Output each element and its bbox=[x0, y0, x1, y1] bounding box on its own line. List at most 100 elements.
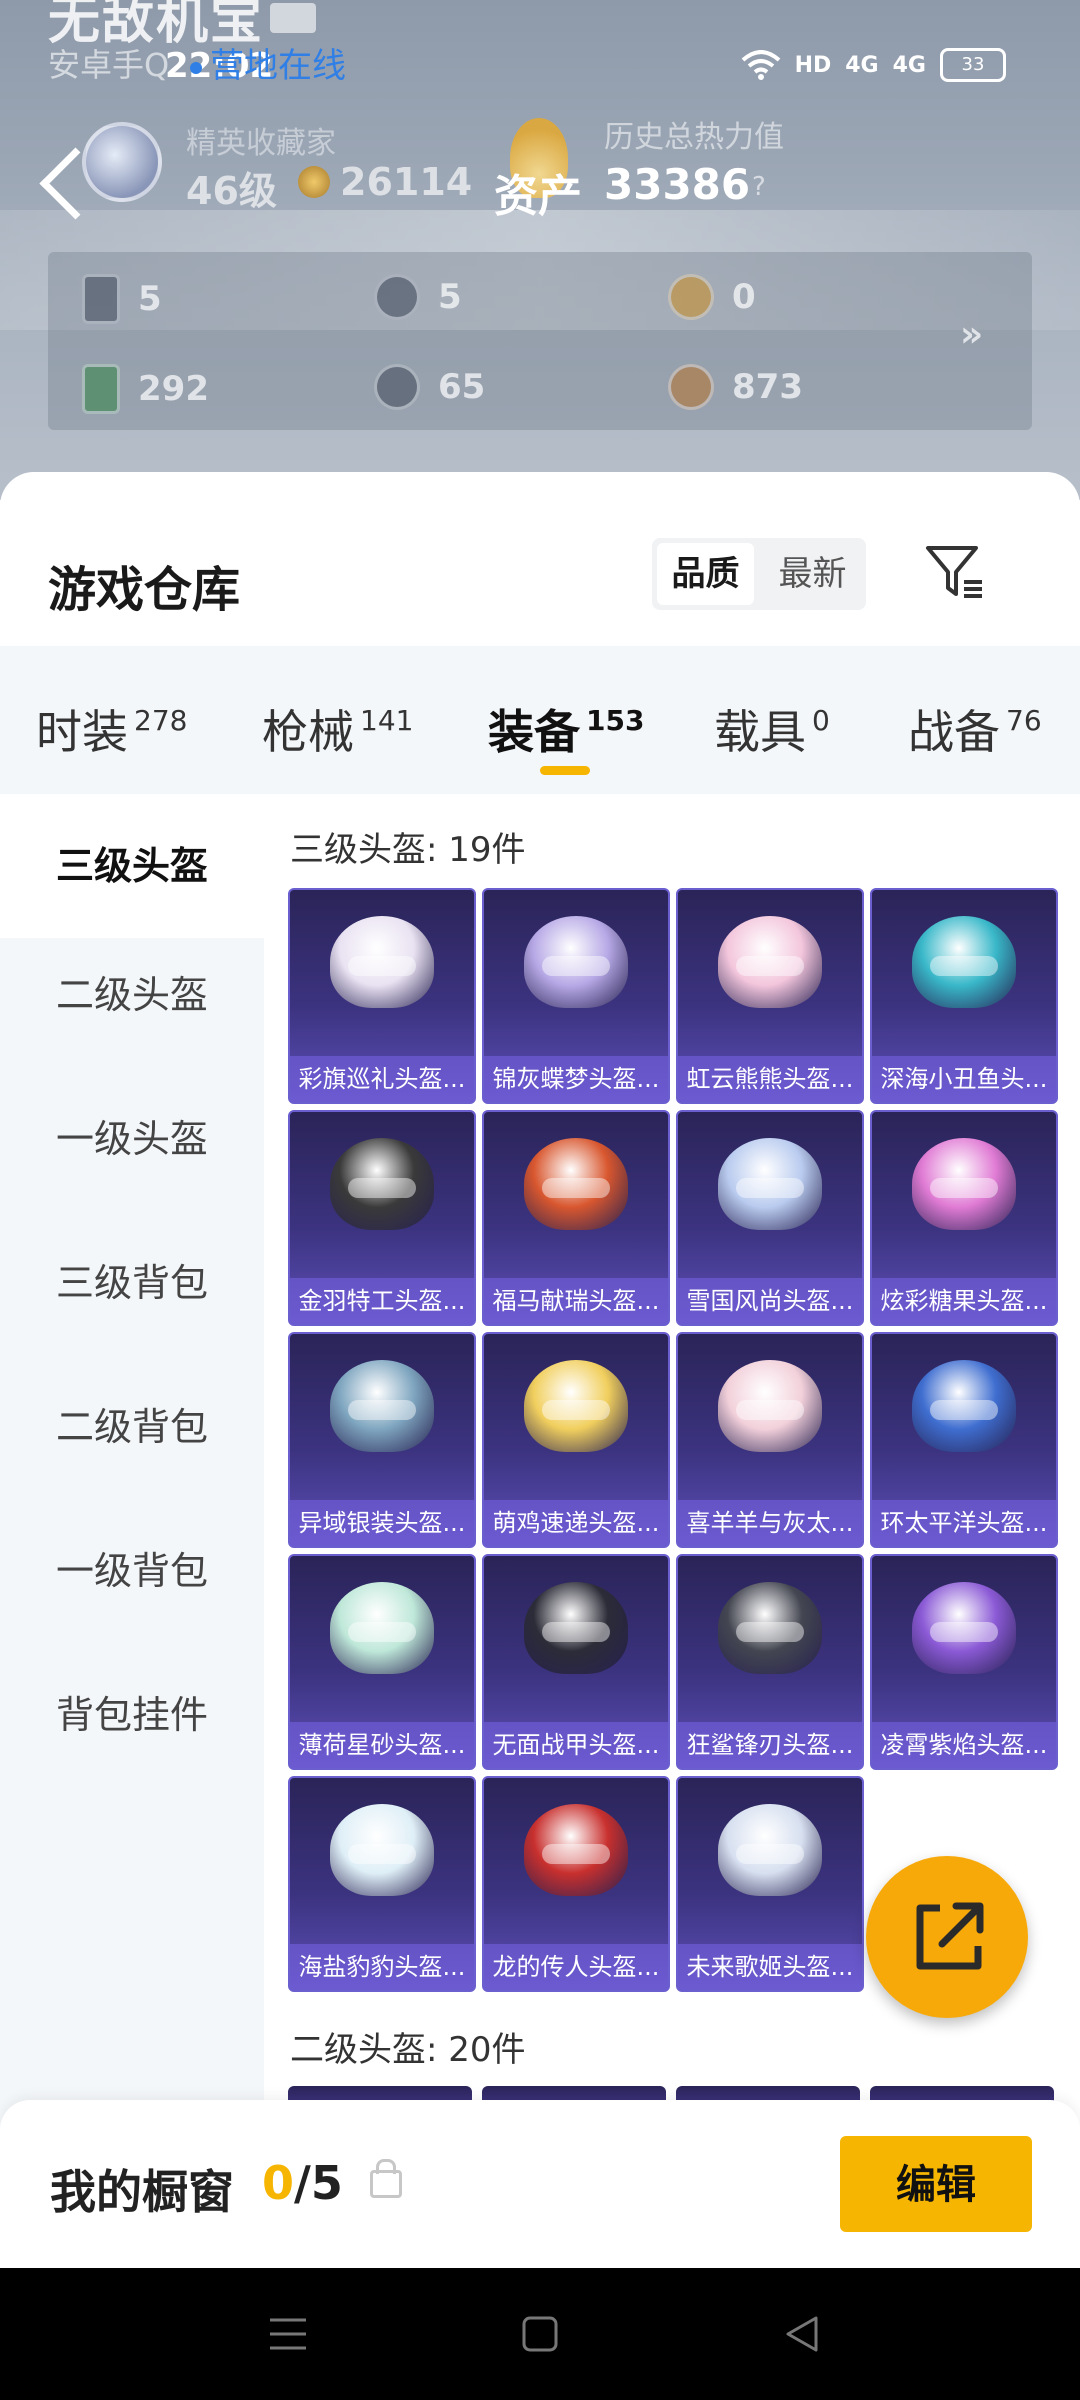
helmet-icon bbox=[718, 916, 822, 1008]
switch-icon[interactable] bbox=[270, 3, 317, 33]
tab-supplies[interactable]: 战备 76 bbox=[908, 696, 1042, 762]
filter-icon[interactable] bbox=[924, 542, 984, 602]
item-label: 薄荷星砂头盔... bbox=[290, 1722, 474, 1768]
item-label: 锦灰蝶梦头盔... bbox=[484, 1056, 668, 1102]
item-label: 萌鸡速递头盔... bbox=[484, 1500, 668, 1546]
item-label: 凌霄紫焰头盔... bbox=[872, 1722, 1056, 1768]
helmet-icon bbox=[912, 916, 1016, 1008]
item-card[interactable]: 无面战甲头盔... bbox=[482, 1554, 670, 1770]
item-card[interactable]: 炫彩糖果头盔... bbox=[870, 1110, 1058, 1326]
helmet-icon bbox=[330, 1138, 434, 1230]
item-label: 金羽特工头盔... bbox=[290, 1278, 474, 1324]
wifi-icon bbox=[741, 50, 780, 80]
side-item-backpack-1[interactable]: 一级背包 bbox=[0, 1540, 264, 1595]
helmet-icon bbox=[330, 1360, 434, 1452]
item-card[interactable]: 喜羊羊与灰太... bbox=[676, 1332, 864, 1548]
card-icon bbox=[82, 274, 120, 324]
helmet-icon bbox=[718, 1360, 822, 1452]
item-card[interactable]: 虹云熊熊头盔... bbox=[676, 888, 864, 1104]
online-dot-icon bbox=[190, 61, 202, 74]
showcase-count: 0/5 bbox=[262, 2156, 343, 2210]
item-label: 炫彩糖果头盔... bbox=[872, 1278, 1056, 1324]
side-item-helmet-1[interactable]: 一级头盔 bbox=[0, 1108, 264, 1163]
rank-title: 精英收藏家 bbox=[186, 126, 336, 161]
item-card[interactable]: 深海小丑鱼头... bbox=[870, 888, 1058, 1104]
home-nav-icon[interactable] bbox=[518, 2312, 562, 2356]
helmet-icon bbox=[524, 1804, 628, 1896]
item-card[interactable]: 海盐豹豹头盔... bbox=[288, 1776, 476, 1992]
helmet-icon bbox=[912, 1582, 1016, 1674]
item-card[interactable]: 薄荷星砂头盔... bbox=[288, 1554, 476, 1770]
expand-more-icon[interactable]: » bbox=[960, 314, 983, 355]
item-card[interactable]: 狂鲨锋刃头盔... bbox=[676, 1554, 864, 1770]
item-card[interactable]: 彩旗巡礼头盔... bbox=[288, 888, 476, 1104]
item-card[interactable]: 雪国风尚头盔... bbox=[676, 1110, 864, 1326]
item-label: 深海小丑鱼头... bbox=[872, 1056, 1056, 1102]
side-item-helmet-2[interactable]: 二级头盔 bbox=[0, 964, 264, 1019]
warehouse-title: 游戏仓库 bbox=[48, 562, 241, 618]
hd-icon: HD bbox=[794, 52, 832, 78]
item-label: 狂鲨锋刃头盔... bbox=[678, 1722, 862, 1768]
item-card[interactable]: 龙的传人头盔... bbox=[482, 1776, 670, 1992]
side-item-helmet-3[interactable]: 三级头盔 bbox=[0, 794, 264, 938]
tab-equipment[interactable]: 装备 153 bbox=[488, 696, 644, 762]
tab-vehicles[interactable]: 载具 0 bbox=[714, 696, 830, 762]
gem-icon bbox=[374, 364, 420, 410]
tab-guns[interactable]: 枪械 141 bbox=[262, 696, 413, 762]
resource-item: 0 bbox=[668, 274, 756, 320]
item-card[interactable]: 环太平洋头盔... bbox=[870, 1332, 1058, 1548]
helmet-icon bbox=[524, 1360, 628, 1452]
item-card[interactable]: 福马献瑞头盔... bbox=[482, 1110, 670, 1326]
status-icons: HD 4G 4G 33 bbox=[741, 48, 1006, 82]
subcategory-sidebar: 三级头盔 二级头盔 一级头盔 三级背包 二级背包 一级背包 背包挂件 bbox=[0, 794, 264, 2194]
menu-nav-icon[interactable] bbox=[266, 2312, 310, 2356]
item-card[interactable]: 凌霄紫焰头盔... bbox=[870, 1554, 1058, 1770]
rank-emblem-icon bbox=[82, 122, 162, 202]
lock-icon bbox=[370, 2159, 402, 2198]
item-card[interactable]: 萌鸡速递头盔... bbox=[482, 1332, 670, 1548]
share-fab[interactable] bbox=[866, 1856, 1028, 2018]
item-label: 福马献瑞头盔... bbox=[484, 1278, 668, 1324]
gold-badge-icon bbox=[668, 274, 714, 320]
edit-button[interactable]: 编辑 bbox=[840, 2136, 1032, 2232]
tab-indicator bbox=[540, 766, 590, 775]
helmet-icon bbox=[718, 1804, 822, 1896]
side-item-backpack-3[interactable]: 三级背包 bbox=[0, 1252, 264, 1307]
helmet-icon bbox=[718, 1582, 822, 1674]
resource-item: 65 bbox=[374, 364, 485, 410]
category-tabs: 时装 278 枪械 141 装备 153 载具 0 战备 76 bbox=[0, 646, 1080, 794]
showcase-bar: 我的橱窗 0/5 编辑 bbox=[0, 2100, 1080, 2268]
resource-item: 292 bbox=[82, 364, 209, 414]
green-card-icon bbox=[82, 364, 120, 414]
section-heading-helmet-3: 三级头盔: 19件 bbox=[290, 830, 526, 870]
item-card[interactable]: 金羽特工头盔... bbox=[288, 1110, 476, 1326]
helmet-icon bbox=[330, 1804, 434, 1896]
item-card[interactable]: 异域银装头盔... bbox=[288, 1332, 476, 1548]
side-item-backpack-charm[interactable]: 背包挂件 bbox=[0, 1684, 264, 1739]
sort-quality-button[interactable]: 品质 bbox=[657, 543, 754, 605]
resource-item: 5 bbox=[374, 274, 462, 320]
platform-label: 安卓手Q bbox=[48, 46, 170, 84]
back-nav-icon[interactable] bbox=[780, 2312, 824, 2356]
helmet-icon bbox=[524, 1582, 628, 1674]
helmet-icon bbox=[912, 1138, 1016, 1230]
system-nav-bar bbox=[0, 2268, 1080, 2400]
helmet-icon bbox=[524, 1138, 628, 1230]
item-label: 环太平洋头盔... bbox=[872, 1500, 1056, 1546]
side-item-backpack-2[interactable]: 二级背包 bbox=[0, 1396, 264, 1451]
section-heading-helmet-2: 二级头盔: 20件 bbox=[290, 2030, 526, 2070]
item-label: 无面战甲头盔... bbox=[484, 1722, 668, 1768]
helmet-icon bbox=[912, 1360, 1016, 1452]
sort-newest-button[interactable]: 最新 bbox=[764, 543, 861, 605]
help-icon[interactable]: ? bbox=[752, 172, 766, 202]
item-card[interactable]: 锦灰蝶梦头盔... bbox=[482, 888, 670, 1104]
item-label: 喜羊羊与灰太... bbox=[678, 1500, 862, 1546]
tab-fashion[interactable]: 时装 278 bbox=[36, 696, 187, 762]
item-label: 彩旗巡礼头盔... bbox=[290, 1056, 474, 1102]
helmet-icon bbox=[524, 916, 628, 1008]
helmet-icon bbox=[718, 1138, 822, 1230]
online-status: 营地在线 bbox=[190, 38, 346, 87]
share-icon bbox=[916, 1902, 984, 1970]
item-card[interactable]: 未来歌姬头盔... bbox=[676, 1776, 864, 1992]
assets-label: 资产 bbox=[494, 171, 582, 222]
